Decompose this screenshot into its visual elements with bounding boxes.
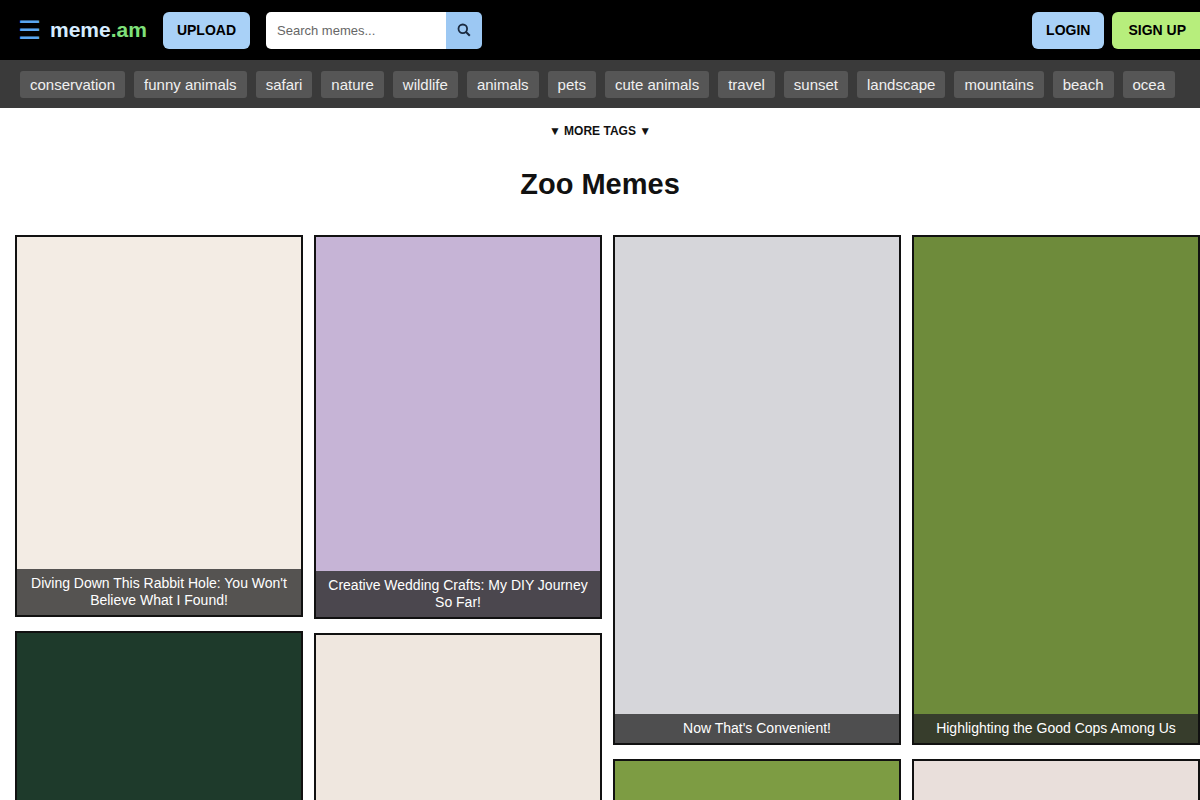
- page: ☰ meme.am UPLOAD LOGIN SIGN UP conservat…: [0, 0, 1200, 800]
- meme-caption: Creative Wedding Crafts: My DIY Journey …: [316, 571, 600, 617]
- meme-card[interactable]: [912, 759, 1200, 800]
- tag[interactable]: sunset: [784, 71, 848, 98]
- tag[interactable]: pets: [548, 71, 596, 98]
- upload-button[interactable]: UPLOAD: [163, 12, 250, 49]
- tag[interactable]: nature: [321, 71, 384, 98]
- top-bar: ☰ meme.am UPLOAD LOGIN SIGN UP: [0, 0, 1200, 60]
- tag[interactable]: conservation: [20, 71, 125, 98]
- search-bar: [266, 12, 482, 49]
- login-button[interactable]: LOGIN: [1032, 12, 1104, 49]
- tag[interactable]: safari: [256, 71, 313, 98]
- search-input[interactable]: [266, 12, 446, 49]
- meme-caption: Highlighting the Good Cops Among Us: [914, 714, 1198, 743]
- tag[interactable]: ocea: [1123, 71, 1176, 98]
- more-tags-button[interactable]: ▼ MORE TAGS ▼: [0, 124, 1200, 138]
- search-button[interactable]: [446, 12, 482, 49]
- tag[interactable]: landscape: [857, 71, 945, 98]
- menu-button[interactable]: ☰: [16, 15, 42, 46]
- magnifier-icon: [457, 23, 471, 37]
- tag[interactable]: funny animals: [134, 71, 247, 98]
- tag[interactable]: mountains: [954, 71, 1043, 98]
- tag[interactable]: cute animals: [605, 71, 709, 98]
- meme-caption: Diving Down This Rabbit Hole: You Won't …: [17, 569, 301, 615]
- tag[interactable]: travel: [718, 71, 775, 98]
- meme-card[interactable]: [15, 631, 303, 800]
- meme-grid: Diving Down This Rabbit Hole: You Won't …: [0, 235, 1200, 800]
- meme-card[interactable]: [314, 633, 602, 800]
- meme-card[interactable]: Highlighting the Good Cops Among Us: [912, 235, 1200, 745]
- meme-column: Now That's Convenient!: [613, 235, 901, 800]
- tag[interactable]: beach: [1053, 71, 1114, 98]
- logo[interactable]: meme.am: [50, 18, 147, 42]
- meme-card[interactable]: Diving Down This Rabbit Hole: You Won't …: [15, 235, 303, 617]
- meme-card[interactable]: Now That's Convenient!: [613, 235, 901, 745]
- tag[interactable]: wildlife: [393, 71, 458, 98]
- meme-column: Diving Down This Rabbit Hole: You Won't …: [15, 235, 303, 800]
- meme-card[interactable]: [613, 759, 901, 800]
- signup-button[interactable]: SIGN UP: [1112, 12, 1200, 49]
- meme-column: Creative Wedding Crafts: My DIY Journey …: [314, 235, 602, 800]
- meme-card[interactable]: Creative Wedding Crafts: My DIY Journey …: [314, 235, 602, 619]
- meme-caption: Now That's Convenient!: [615, 714, 899, 743]
- tag[interactable]: animals: [467, 71, 539, 98]
- tag-bar: conservation funny animals safari nature wil…: [0, 60, 1200, 108]
- page-title: Zoo Memes: [0, 168, 1200, 201]
- meme-column: Highlighting the Good Cops Among Us: [912, 235, 1200, 800]
